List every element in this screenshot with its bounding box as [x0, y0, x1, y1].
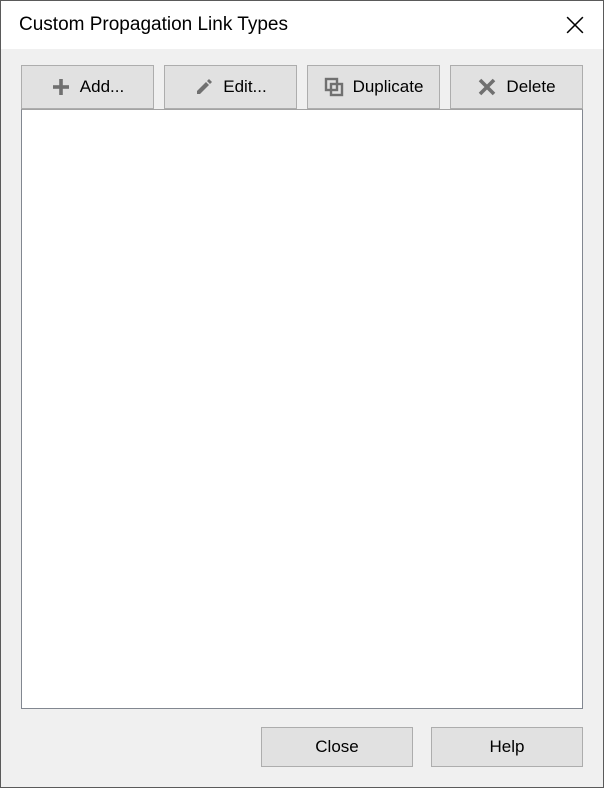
dialog-content: Add... Edit... Duplica: [1, 49, 603, 787]
duplicate-icon: [324, 77, 344, 97]
x-icon: [477, 77, 497, 97]
plus-icon: [51, 77, 71, 97]
delete-button-label: Delete: [506, 77, 555, 97]
titlebar: Custom Propagation Link Types: [1, 1, 603, 49]
close-icon[interactable]: [561, 11, 589, 39]
add-button[interactable]: Add...: [21, 65, 154, 109]
help-button[interactable]: Help: [431, 727, 583, 767]
close-button[interactable]: Close: [261, 727, 413, 767]
duplicate-button[interactable]: Duplicate: [307, 65, 440, 109]
pencil-icon: [194, 77, 214, 97]
dialog-footer: Close Help: [21, 709, 583, 767]
link-types-list[interactable]: [21, 109, 583, 709]
dialog-title: Custom Propagation Link Types: [19, 14, 288, 36]
edit-button-label: Edit...: [223, 77, 266, 97]
dialog-window: Custom Propagation Link Types Add...: [0, 0, 604, 788]
add-button-label: Add...: [80, 77, 124, 97]
duplicate-button-label: Duplicate: [353, 77, 424, 97]
delete-button[interactable]: Delete: [450, 65, 583, 109]
edit-button[interactable]: Edit...: [164, 65, 297, 109]
toolbar: Add... Edit... Duplica: [21, 65, 583, 109]
